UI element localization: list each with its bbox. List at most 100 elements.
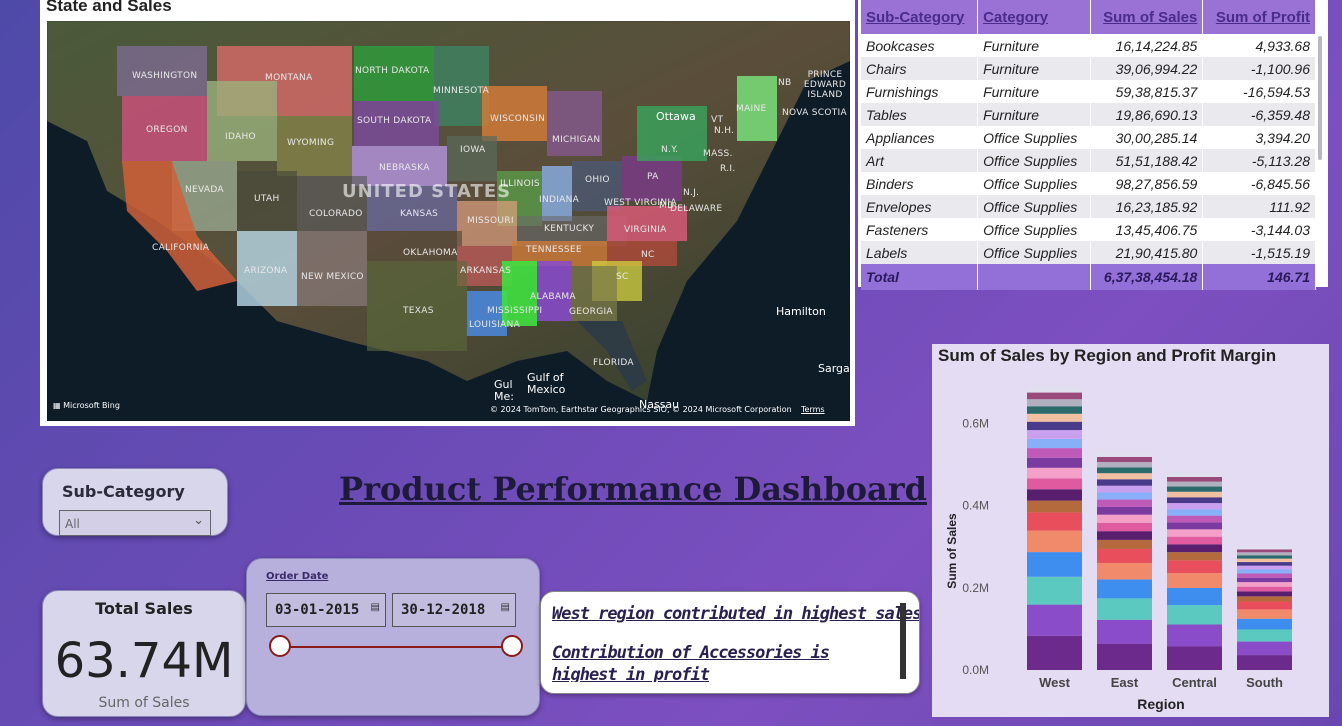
bar-segment[interactable] <box>1027 399 1082 407</box>
bar-segment[interactable] <box>1097 499 1152 507</box>
sales-table-visual[interactable]: Sub-Category Category Sum of Sales Sum o… <box>858 0 1328 290</box>
bar-segment[interactable] <box>1097 562 1152 580</box>
bar-segment[interactable] <box>1097 619 1152 644</box>
table-row[interactable]: Chairs Furniture 39,06,994.22 -1,100.96 <box>861 57 1316 80</box>
table-row[interactable]: Tables Furniture 19,86,690.13 -6,359.48 <box>861 103 1316 126</box>
column-header-profit[interactable]: Sum of Profit <box>1202 0 1316 34</box>
bar-segment[interactable] <box>1027 392 1082 400</box>
bar-segment[interactable] <box>1167 529 1222 537</box>
bar-segment[interactable] <box>1167 472 1222 477</box>
bar-central[interactable] <box>1167 472 1222 670</box>
table-scrollbar[interactable] <box>1318 36 1322 160</box>
table-row[interactable]: Furnishings Furniture 59,38,815.37 -16,594.… <box>861 80 1316 103</box>
table-row[interactable]: Fasteners Office Supplies 13,45,406.75 -3,1… <box>861 218 1316 241</box>
bar-segment[interactable] <box>1027 512 1082 531</box>
bar-segment[interactable] <box>1027 552 1082 577</box>
map-visual[interactable]: State and Sales WASHINGTON MONTANA NORTH… <box>40 0 855 426</box>
bar-segment[interactable] <box>1027 467 1082 479</box>
slicer-dropdown[interactable]: All ⌄ <box>59 510 211 536</box>
bar-segment[interactable] <box>1167 481 1222 487</box>
bar-segment[interactable] <box>1097 514 1152 523</box>
bar-segment[interactable] <box>1027 406 1082 414</box>
bar-segment[interactable] <box>1167 587 1222 606</box>
bar-segment[interactable] <box>1237 596 1292 602</box>
table-row[interactable]: Envelopes Office Supplies 16,23,185.92 111.… <box>861 195 1316 218</box>
bar-segment[interactable] <box>1167 522 1222 530</box>
bar-segment[interactable] <box>1167 503 1222 510</box>
column-header-category[interactable]: Category <box>977 0 1091 34</box>
map-terms-link[interactable]: Terms <box>801 405 825 414</box>
bar-segment[interactable] <box>1097 452 1152 457</box>
bar-segment[interactable] <box>1167 552 1222 561</box>
bar-segment[interactable] <box>1237 562 1292 566</box>
insights-scrollbar[interactable] <box>900 603 906 679</box>
bar-segment[interactable] <box>1097 522 1152 532</box>
column-header-sales[interactable]: Sum of Sales <box>1090 0 1204 34</box>
bar-segment[interactable] <box>1097 579 1152 599</box>
bar-segment[interactable] <box>1167 544 1222 553</box>
bar-segment[interactable] <box>1237 558 1292 563</box>
bar-segment[interactable] <box>1097 643 1152 670</box>
bar-segment[interactable] <box>1237 582 1292 587</box>
bar-segment[interactable] <box>1167 646 1222 670</box>
bar-segment[interactable] <box>1097 461 1152 468</box>
bar-segment[interactable] <box>1237 549 1292 553</box>
bar-segment[interactable] <box>1167 605 1222 625</box>
bar-segment[interactable] <box>1027 489 1082 501</box>
bar-segment[interactable] <box>1027 448 1082 458</box>
range-end-handle[interactable] <box>501 635 523 657</box>
bar-segment[interactable] <box>1167 509 1222 516</box>
bar-segment[interactable] <box>1097 531 1152 540</box>
bar-segment[interactable] <box>1097 479 1152 486</box>
column-header-subcategory[interactable]: Sub-Category <box>861 0 979 34</box>
bar-segment[interactable] <box>1027 430 1082 439</box>
bar-segment[interactable] <box>1167 476 1222 482</box>
bar-segment[interactable] <box>1237 618 1292 630</box>
bar-segment[interactable] <box>1167 624 1222 647</box>
date-range-track[interactable] <box>281 646 513 648</box>
bar-segment[interactable] <box>1237 655 1292 670</box>
bar-segment[interactable] <box>1027 421 1082 431</box>
table-row[interactable]: Appliances Office Supplies 30,00,285.14 3,3… <box>861 126 1316 149</box>
bar-segment[interactable] <box>1027 386 1082 393</box>
bar-segment[interactable] <box>1027 438 1082 449</box>
table-row[interactable]: Art Office Supplies 51,51,188.42 -5,113.28 <box>861 149 1316 172</box>
bar-segment[interactable] <box>1027 604 1082 636</box>
bar-segment[interactable] <box>1237 565 1292 570</box>
bar-segment[interactable] <box>1097 506 1152 515</box>
bar-segment[interactable] <box>1097 473 1152 480</box>
bar-segment[interactable] <box>1167 573 1222 588</box>
bar-segment[interactable] <box>1167 497 1222 504</box>
bar-segment[interactable] <box>1237 629 1292 642</box>
bar-segment[interactable] <box>1237 577 1292 583</box>
bar-segment[interactable] <box>1237 573 1292 578</box>
bar-segment[interactable] <box>1027 478 1082 490</box>
bar-segment[interactable] <box>1097 539 1152 549</box>
bar-segment[interactable] <box>1167 491 1222 498</box>
table-row[interactable]: Bookcases Furniture 16,14,224.85 4,933.68 <box>861 34 1316 57</box>
bar-segment[interactable] <box>1237 609 1292 619</box>
bar-segment[interactable] <box>1027 576 1082 605</box>
bar-segment[interactable] <box>1027 635 1082 670</box>
bar-segment[interactable] <box>1027 530 1082 553</box>
bar-segment[interactable] <box>1027 500 1082 513</box>
start-date-input[interactable]: 03-01-2015 ▤ <box>266 593 386 627</box>
table-row[interactable]: Labels Office Supplies 21,90,415.80 -1,515.… <box>861 241 1316 264</box>
bar-segment[interactable] <box>1097 485 1152 493</box>
map-canvas[interactable]: WASHINGTON MONTANA NORTH DAKOTA MINNESOT… <box>47 21 850 421</box>
bar-segment[interactable] <box>1097 598 1152 620</box>
bar-segment[interactable] <box>1237 569 1292 574</box>
bar-segment[interactable] <box>1237 555 1292 559</box>
calendar-icon[interactable]: ▤ <box>501 602 510 613</box>
bar-segment[interactable] <box>1167 515 1222 523</box>
bar-segment[interactable] <box>1097 467 1152 474</box>
bar-segment[interactable] <box>1237 591 1292 597</box>
bar-segment[interactable] <box>1027 457 1082 468</box>
bar-east[interactable] <box>1097 452 1152 670</box>
calendar-icon[interactable]: ▤ <box>371 602 380 613</box>
bar-segment[interactable] <box>1097 456 1152 462</box>
bar-segment[interactable] <box>1167 536 1222 545</box>
end-date-input[interactable]: 30-12-2018 ▤ <box>392 593 516 627</box>
table-row[interactable]: Binders Office Supplies 98,27,856.59 -6,845… <box>861 172 1316 195</box>
range-start-handle[interactable] <box>269 635 291 657</box>
